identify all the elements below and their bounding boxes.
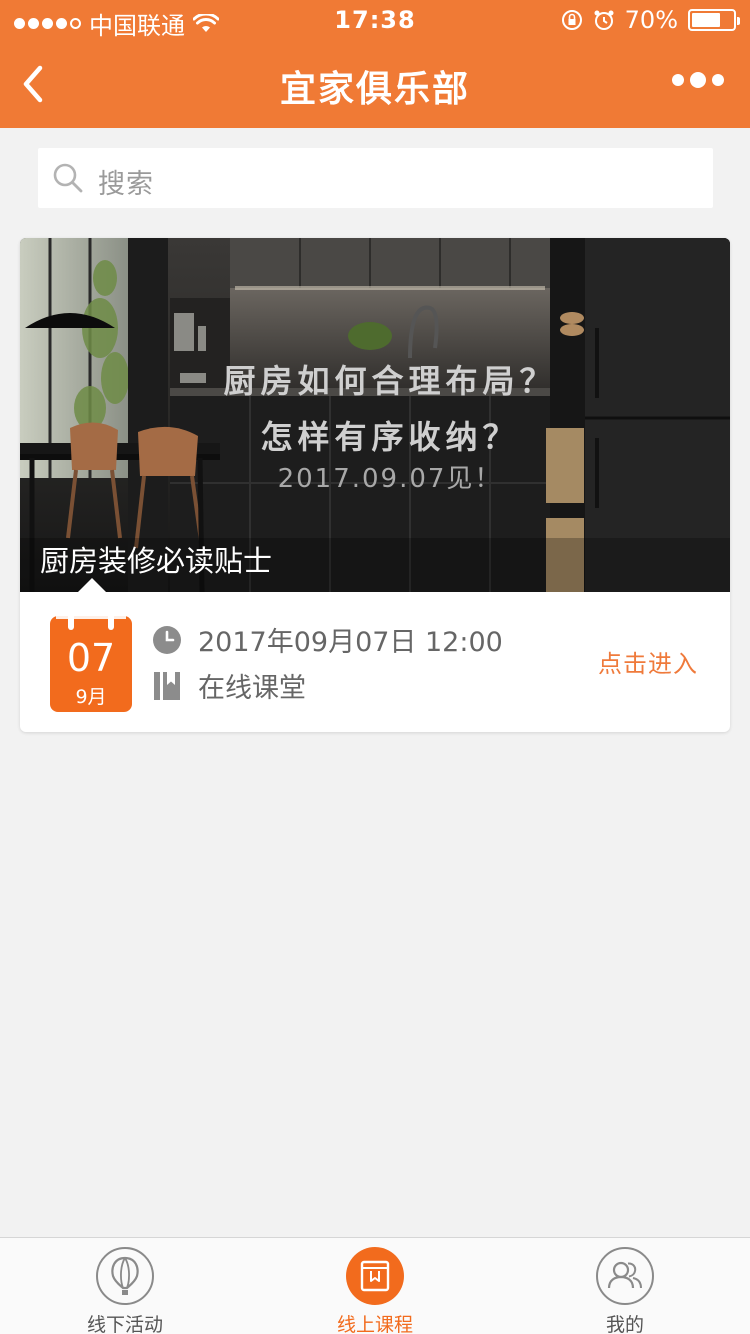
tab-online-courses[interactable]: 线上课程 xyxy=(295,1246,455,1334)
tab-offline-events[interactable]: 线下活动 xyxy=(45,1246,205,1334)
page-title: 宜家俱乐部 xyxy=(279,69,470,110)
more-dots-icon xyxy=(672,74,684,86)
search-icon xyxy=(53,163,83,193)
course-icon xyxy=(345,1246,405,1306)
battery-level xyxy=(692,13,720,27)
book-icon xyxy=(154,671,180,700)
calendar-date-badge: 07 9月 xyxy=(50,608,132,712)
balloon-icon xyxy=(95,1246,155,1306)
course-location: 在线课堂 xyxy=(198,673,306,704)
datetime-row: 2017年09月07日 12:00 xyxy=(152,620,503,659)
banner-headline-1: 厨房如何合理布局？ xyxy=(223,362,557,400)
search-input[interactable]: 搜索 xyxy=(98,162,154,201)
tab-bar: 线下活动 线上课程 我的 xyxy=(0,1237,750,1334)
banner-pointer xyxy=(78,578,106,592)
battery-icon xyxy=(688,9,740,31)
banner-date-note: 2017.09.07见！ xyxy=(277,464,503,494)
location-row: 在线课堂 xyxy=(152,666,306,705)
battery-percent: 70% xyxy=(624,6,678,34)
date-day: 07 xyxy=(66,636,116,680)
user-group-icon xyxy=(595,1246,655,1306)
date-month: 9月 xyxy=(75,686,107,708)
tab-label: 线上课程 xyxy=(336,1314,413,1334)
tab-label: 我的 xyxy=(605,1314,644,1334)
status-bar: 中国联通 17:38 70% xyxy=(0,0,750,40)
course-title: 厨房装修必读贴士 xyxy=(40,544,273,578)
banner-headline-2: 怎样有序收纳？ xyxy=(260,418,520,456)
clock-icon xyxy=(153,625,181,654)
calendar-icon xyxy=(56,608,126,630)
enter-link[interactable]: 点击进入 xyxy=(598,644,698,679)
tab-label: 线下活动 xyxy=(86,1314,163,1334)
nav-bar: 宜家俱乐部 xyxy=(0,40,750,128)
alarm-icon xyxy=(594,10,614,30)
rotation-lock-icon xyxy=(561,10,582,30)
top-bar: 中国联通 17:38 70% 宜家俱乐部 xyxy=(0,0,750,128)
course-banner-image[interactable]: 厨房如何合理布局？ 怎样有序收纳？ 2017.09.07见！ 厨房装修必读贴士 xyxy=(20,238,730,592)
more-button[interactable] xyxy=(672,72,724,88)
search-bar[interactable]: 搜索 xyxy=(38,148,713,208)
status-right: 70% xyxy=(561,6,740,34)
course-card[interactable]: 厨房如何合理布局？ 怎样有序收纳？ 2017.09.07见！ 厨房装修必读贴士 … xyxy=(20,238,730,732)
course-datetime: 2017年09月07日 12:00 xyxy=(198,627,503,658)
tab-mine[interactable]: 我的 xyxy=(545,1246,705,1334)
